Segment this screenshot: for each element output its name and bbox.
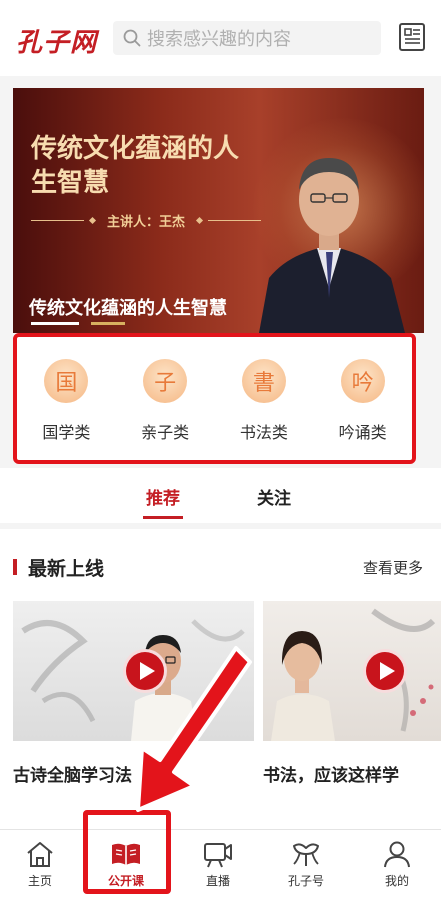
- see-more-link[interactable]: 查看更多: [363, 557, 423, 578]
- promo-banner[interactable]: 传统文化蕴涵的人生智慧 主讲人：王杰 传统文化蕴涵的人生智慧: [13, 88, 424, 333]
- shufa-icon: 書: [241, 359, 286, 403]
- banner-indicator-active[interactable]: [31, 322, 79, 325]
- category-label: 书法类: [239, 423, 288, 442]
- banner-indicator[interactable]: [91, 322, 125, 325]
- category-label: 国学类: [42, 423, 91, 442]
- search-icon: [123, 29, 141, 47]
- nav-label: 主页: [27, 874, 52, 888]
- nav-label: 直播: [205, 874, 230, 888]
- play-icon: [139, 662, 155, 680]
- open-book-icon: [112, 843, 140, 865]
- latest-section: 最新上线 查看更多 古诗全脑学习法 书法，应该这样学: [0, 529, 441, 829]
- search-placeholder: 搜索感兴趣的内容: [147, 29, 291, 50]
- app-logo[interactable]: 孔子网: [16, 22, 97, 59]
- section-marker: [13, 559, 17, 575]
- nav-label: 公开课: [107, 874, 144, 888]
- play-button[interactable]: [363, 649, 407, 693]
- nav-open-course[interactable]: 公开课: [86, 830, 166, 900]
- user-icon: [384, 841, 410, 868]
- tab-recommend[interactable]: 推荐: [146, 484, 180, 509]
- bottom-nav: 主页 公开课 直播 孔子号 我的: [0, 829, 441, 900]
- category-label: 吟诵类: [338, 423, 387, 442]
- banner-headline: 传统文化蕴涵的人生智慧: [31, 134, 240, 198]
- nav-live[interactable]: 直播: [178, 830, 258, 900]
- play-icon: [379, 662, 395, 680]
- section-title: 最新上线: [28, 558, 105, 580]
- lecturer-photo: [259, 158, 405, 333]
- banner-caption: 传统文化蕴涵的人生智慧: [29, 298, 227, 319]
- course-card-title[interactable]: 古诗全脑学习法: [13, 761, 132, 786]
- guoxue-icon: 国: [44, 359, 89, 403]
- qinzi-icon: 子: [143, 359, 188, 403]
- course-card-thumbnail[interactable]: [13, 601, 254, 741]
- app-screen: 孔子网 搜索感兴趣的内容 传统文化蕴涵的人生智慧 主讲人：王杰 传统文化蕴涵的人…: [0, 0, 441, 900]
- top-bar: 孔子网 搜索感兴趣的内容: [0, 0, 441, 76]
- course-thumbnail-image: [271, 608, 436, 741]
- category-qinzi[interactable]: 子 亲子类: [120, 359, 210, 443]
- category-row: 国 国学类 子 亲子类 書 书法类 吟 吟诵类: [13, 333, 416, 464]
- play-button[interactable]: [123, 649, 167, 693]
- nav-home[interactable]: 主页: [0, 830, 80, 900]
- course-card-title[interactable]: 书法，应该这样学: [263, 761, 399, 786]
- home-icon: [27, 842, 53, 867]
- category-label: 亲子类: [141, 423, 190, 442]
- nav-kongzihao[interactable]: 孔子号: [266, 830, 346, 900]
- yinsong-icon: 吟: [340, 359, 385, 403]
- category-shufa[interactable]: 書 书法类: [219, 359, 309, 443]
- ginkgo-leaf-icon: [293, 843, 319, 866]
- active-tab-underline: [143, 516, 183, 519]
- video-camera-icon: [204, 843, 232, 868]
- category-yinsong[interactable]: 吟 吟诵类: [318, 359, 408, 443]
- nav-label: 孔子号: [287, 874, 324, 888]
- tab-follow[interactable]: 关注: [257, 484, 291, 509]
- feed-tabs: 推荐 关注: [0, 468, 441, 523]
- course-card-thumbnail[interactable]: [263, 601, 441, 741]
- category-guoxue[interactable]: 国 国学类: [21, 359, 111, 443]
- nav-label: 我的: [384, 874, 409, 888]
- search-bar[interactable]: 搜索感兴趣的内容: [113, 21, 381, 55]
- banner-host: 主讲人：王杰: [107, 214, 186, 230]
- message-list-icon[interactable]: [398, 22, 426, 52]
- nav-me[interactable]: 我的: [357, 830, 437, 900]
- banner-host-line: 主讲人：王杰: [31, 210, 262, 230]
